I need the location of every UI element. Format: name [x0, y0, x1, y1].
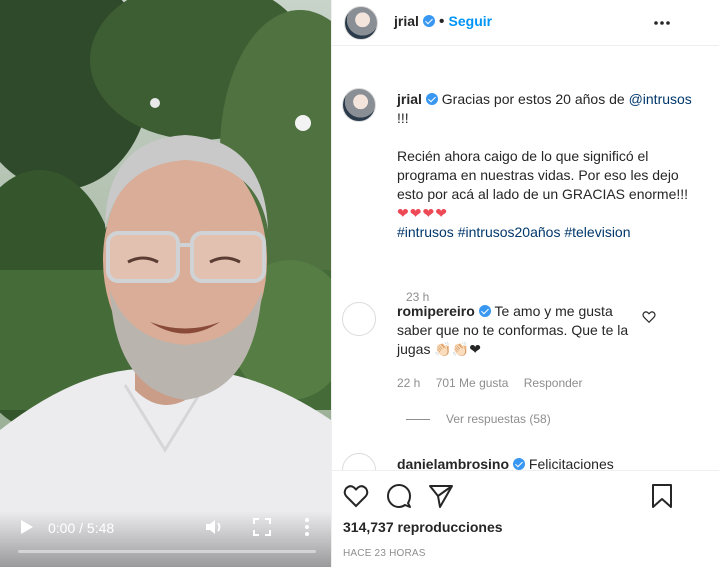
more-vertical-icon[interactable]: [304, 517, 310, 537]
comment-username[interactable]: danielambrosino: [397, 456, 509, 470]
verified-badge-icon: [425, 93, 438, 105]
video-time: 0:00 / 5:48: [48, 520, 115, 536]
caption-text-start: Gracias por estos 20 años de: [441, 91, 625, 107]
volume-icon[interactable]: [205, 518, 225, 536]
posted-time[interactable]: HACE 23 HORAS: [343, 548, 426, 559]
comment-username[interactable]: romipereiro: [397, 303, 475, 319]
verified-badge-icon: [478, 305, 491, 317]
avatar[interactable]: [342, 302, 376, 336]
caption-text: jrial Gracias por estos 20 años de @intr…: [397, 90, 697, 242]
more-horizontal-icon[interactable]: [653, 14, 671, 32]
comment-timestamp[interactable]: 22 h: [397, 376, 420, 390]
avatar[interactable]: [342, 88, 376, 122]
play-icon[interactable]: [20, 519, 34, 535]
comment-emoji: 👏🏻👏🏻❤: [434, 341, 481, 357]
replies-divider: [406, 419, 430, 421]
post-panel: jrial • Seguir jrial Gracias por estos 20 …: [331, 0, 719, 567]
hashtag-link[interactable]: #television: [564, 224, 630, 240]
hashtag-link[interactable]: #intrusos20años: [458, 224, 561, 240]
view-count[interactable]: 314,737 reproducciones: [343, 519, 503, 535]
separator-dot: •: [438, 13, 445, 30]
header-user: jrial • Seguir: [394, 13, 492, 31]
follow-button[interactable]: Seguir: [449, 13, 493, 29]
verified-badge-icon: [422, 15, 435, 27]
fullscreen-icon[interactable]: [253, 518, 271, 536]
avatar[interactable]: [342, 453, 376, 470]
post-header: jrial • Seguir: [332, 0, 719, 46]
caption-text-after-mention: !!!: [397, 110, 409, 126]
comment-content: Felicitaciones: [528, 456, 614, 470]
mention-link[interactable]: @intrusos: [629, 91, 692, 107]
view-count-label: reproducciones: [397, 519, 503, 535]
video-player[interactable]: 0:00 / 5:48: [0, 0, 331, 567]
bookmark-icon[interactable]: [649, 483, 675, 509]
comments-section[interactable]: jrial Gracias por estos 20 años de @intr…: [332, 60, 719, 470]
heart-icon[interactable]: [343, 483, 369, 509]
video-frame-image: [0, 0, 331, 567]
comment-meta: 22 h 701 Me gusta Responder: [397, 376, 594, 390]
reply-button[interactable]: Responder: [524, 376, 583, 390]
share-icon[interactable]: [428, 483, 454, 509]
comment-like-icon[interactable]: [642, 310, 656, 324]
header-username[interactable]: jrial: [394, 13, 419, 29]
action-bar: 314,737 reproducciones HACE 23 HORAS: [332, 470, 719, 567]
heart-emoji: ❤❤❤❤: [397, 205, 448, 221]
avatar[interactable]: [344, 6, 378, 40]
comment-icon[interactable]: [386, 483, 412, 509]
view-count-number: 314,737: [343, 519, 394, 535]
comment-text: danielambrosino Felicitaciones: [397, 455, 647, 470]
hashtag-link[interactable]: #intrusos: [397, 224, 454, 240]
comment-likes[interactable]: 701 Me gusta: [436, 376, 509, 390]
caption-paragraph: Recién ahora caigo de lo que significó e…: [397, 148, 689, 202]
verified-badge-icon: [513, 458, 526, 470]
comment-text: romipereiro Te amo y me gusta saber que …: [397, 302, 647, 359]
view-replies-button[interactable]: Ver respuestas (58): [406, 412, 551, 426]
video-progress-bar[interactable]: [18, 550, 316, 553]
caption-username[interactable]: jrial: [397, 91, 422, 107]
view-replies-label: Ver respuestas (58): [446, 412, 551, 426]
